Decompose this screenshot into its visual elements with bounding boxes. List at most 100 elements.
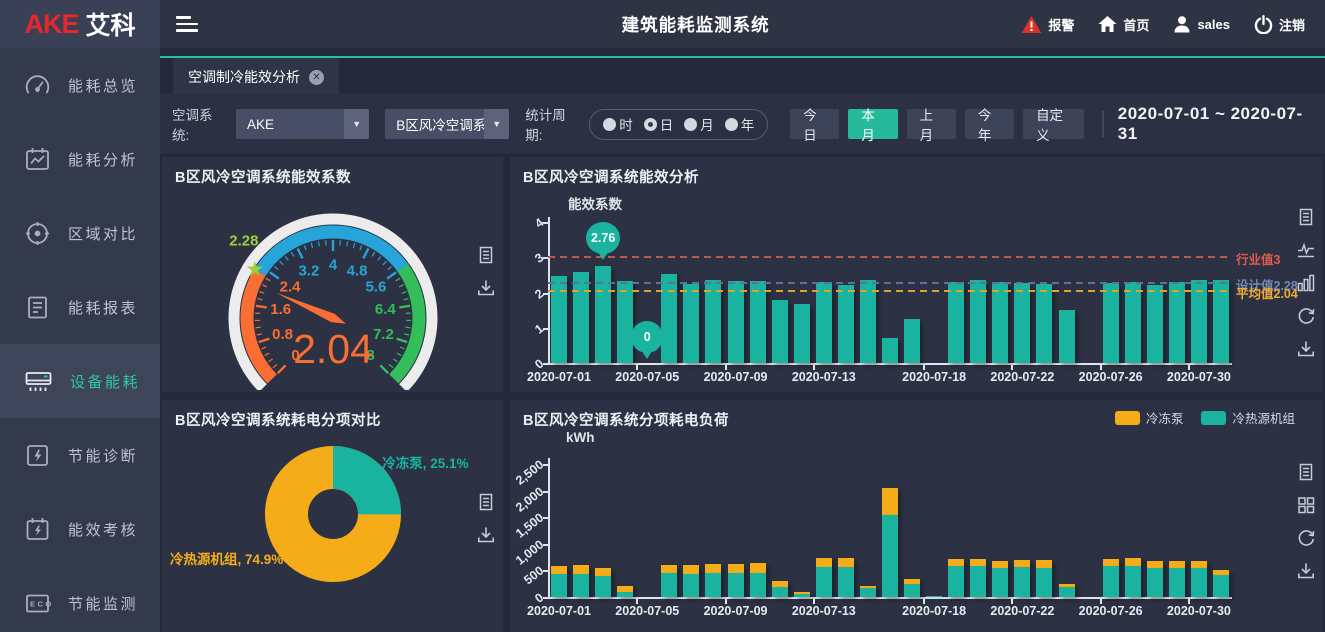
- panel-consumption-pie: B区风冷空调系统耗电分项对比 — 冷冻泵, 25.1%冷热源机组, 74.9% …: [162, 400, 503, 632]
- period-radio-label: 月: [700, 114, 714, 134]
- bar-segment-heat-source: [1103, 566, 1119, 597]
- range-button-今年[interactable]: 今年: [965, 109, 1014, 139]
- bar-segment-pump: [882, 488, 898, 515]
- topbar-actions: 报警 首页 sales 注销: [1021, 15, 1325, 34]
- svg-text:4.8: 4.8: [347, 262, 368, 279]
- range-button-上月[interactable]: 上月: [907, 109, 956, 139]
- bar-segment-pump: [1036, 560, 1052, 567]
- bar-segment-heat-source: [750, 573, 766, 597]
- bar-segment-heat-source: [1147, 568, 1163, 597]
- topbar-action-注销[interactable]: 注销: [1254, 15, 1305, 34]
- range-button-自定义[interactable]: 自定义: [1023, 109, 1084, 139]
- sidebar-item-label: 节能诊断: [68, 445, 138, 466]
- line-chart-icon[interactable]: [1296, 240, 1316, 260]
- chevron-down-icon[interactable]: ▼: [484, 109, 509, 139]
- svg-text:ECO: ECO: [30, 599, 51, 608]
- period-radio-日[interactable]: 日: [644, 114, 674, 134]
- sidebar-item-6[interactable]: 节能诊断: [0, 418, 160, 492]
- bar: [794, 304, 810, 363]
- x-tick-label: 2020-07-09: [704, 604, 768, 618]
- pie-label-heat-source: 冷热源机组, 74.9% —: [170, 548, 301, 568]
- bar-segment-heat-source: [1213, 575, 1229, 597]
- bar-segment-pump: [948, 559, 964, 567]
- x-tick-label: 2020-07-13: [792, 370, 856, 384]
- menu-toggle-icon[interactable]: [176, 16, 198, 32]
- bar: [1147, 285, 1163, 363]
- data-view-icon[interactable]: [476, 492, 496, 512]
- bar-segment-pump: [683, 565, 699, 574]
- system-select-value: AKE: [247, 117, 274, 132]
- panel-title: B区风冷空调系统能效系数: [175, 166, 351, 187]
- sidebar-item-2[interactable]: 能耗分析: [0, 122, 160, 196]
- sidebar-item-label: 区域对比: [68, 223, 138, 244]
- efficiency-bar-chart: 能效系数012342020-07-012020-07-052020-07-092…: [510, 157, 1323, 392]
- topbar-action-首页[interactable]: 首页: [1098, 15, 1149, 34]
- svg-text:7.2: 7.2: [373, 326, 394, 343]
- x-tick: [1100, 365, 1102, 370]
- sidebar-item-7[interactable]: 能效考核: [0, 492, 160, 566]
- refresh-icon[interactable]: [1296, 306, 1316, 326]
- bar-segment-pump: [705, 564, 721, 573]
- min-marker: 0: [631, 321, 663, 353]
- chevron-down-icon[interactable]: ▼: [344, 109, 369, 139]
- legend-item-冷冻泵[interactable]: 冷冻泵: [1115, 408, 1184, 427]
- sidebar-item-5[interactable]: 设备能耗: [0, 344, 160, 418]
- sidebar-item-label: 设备能耗: [70, 371, 140, 392]
- y-axis: [548, 458, 550, 599]
- svg-text:5.6: 5.6: [365, 278, 386, 295]
- bar: [992, 282, 1008, 363]
- data-view-icon[interactable]: [1296, 207, 1316, 227]
- filter-bar: 空调系统: AKE ▼ B区风冷空调系统 ▼ 统计周期: 时日月年 今日本月上月…: [160, 94, 1325, 154]
- radio-dot-icon: [725, 118, 738, 131]
- x-tick: [636, 599, 638, 604]
- legend-swatch: [1201, 411, 1226, 425]
- period-radio-时[interactable]: 时: [603, 114, 633, 134]
- subsystem-select[interactable]: B区风冷空调系统 ▼: [385, 109, 509, 139]
- y-tick-label: 1,000: [510, 537, 546, 570]
- range-button-今日[interactable]: 今日: [790, 109, 839, 139]
- logo: AKE 艾科: [0, 0, 160, 48]
- bar-segment-pump: [816, 558, 832, 568]
- topbar-action-报警[interactable]: 报警: [1021, 15, 1074, 34]
- reference-line: [548, 290, 1232, 292]
- x-tick: [923, 599, 925, 604]
- download-icon[interactable]: [1296, 561, 1316, 581]
- y-tick-label: 2,500: [510, 457, 546, 490]
- system-select[interactable]: AKE ▼: [236, 109, 369, 139]
- topbar-action-sales[interactable]: sales: [1173, 15, 1230, 33]
- x-tick-label: 2020-07-26: [1079, 370, 1143, 384]
- download-icon[interactable]: [476, 525, 496, 545]
- legend-item-冷热源机组[interactable]: 冷热源机组: [1201, 408, 1295, 427]
- date-range[interactable]: 2020-07-01 ~ 2020-07-31: [1118, 104, 1309, 144]
- period-radio-年[interactable]: 年: [725, 114, 755, 134]
- sidebar-item-3[interactable]: 区域对比: [0, 196, 160, 270]
- tab-hvac-cooling-efficiency[interactable]: 空调制冷能效分析 ✕: [173, 58, 339, 96]
- bar-segment-pump: [838, 558, 854, 567]
- data-view-icon[interactable]: [476, 245, 496, 265]
- bar-segment-heat-source: [683, 574, 699, 597]
- calendar-chart-icon: [24, 146, 51, 173]
- data-view-icon[interactable]: [1296, 462, 1316, 482]
- bar-segment-heat-source: [992, 568, 1008, 597]
- sidebar-item-8[interactable]: ECO 节能监测: [0, 566, 160, 632]
- x-tick: [636, 365, 638, 370]
- bar-segment-heat-source: [1191, 568, 1207, 597]
- bar: [683, 284, 699, 363]
- x-tick-label: 2020-07-01: [527, 604, 591, 618]
- period-radio-月[interactable]: 月: [684, 114, 714, 134]
- sidebar-item-label: 节能监测: [68, 593, 138, 614]
- download-icon[interactable]: [1296, 339, 1316, 359]
- range-button-本月[interactable]: 本月: [848, 109, 897, 139]
- tab-close-icon[interactable]: ✕: [309, 70, 324, 85]
- sidebar-item-4[interactable]: 能耗报表: [0, 270, 160, 344]
- bar: [860, 280, 876, 363]
- grid-view-icon[interactable]: [1296, 495, 1316, 515]
- bar-chart-icon[interactable]: [1296, 273, 1316, 293]
- radio-dot-icon: [684, 118, 697, 131]
- refresh-icon[interactable]: [1296, 528, 1316, 548]
- bar: [970, 280, 986, 363]
- panel-toolbar: [476, 492, 496, 545]
- sidebar-item-1[interactable]: 能耗总览: [0, 48, 160, 122]
- legend-label: 冷冻泵: [1146, 408, 1184, 427]
- download-icon[interactable]: [476, 278, 496, 298]
